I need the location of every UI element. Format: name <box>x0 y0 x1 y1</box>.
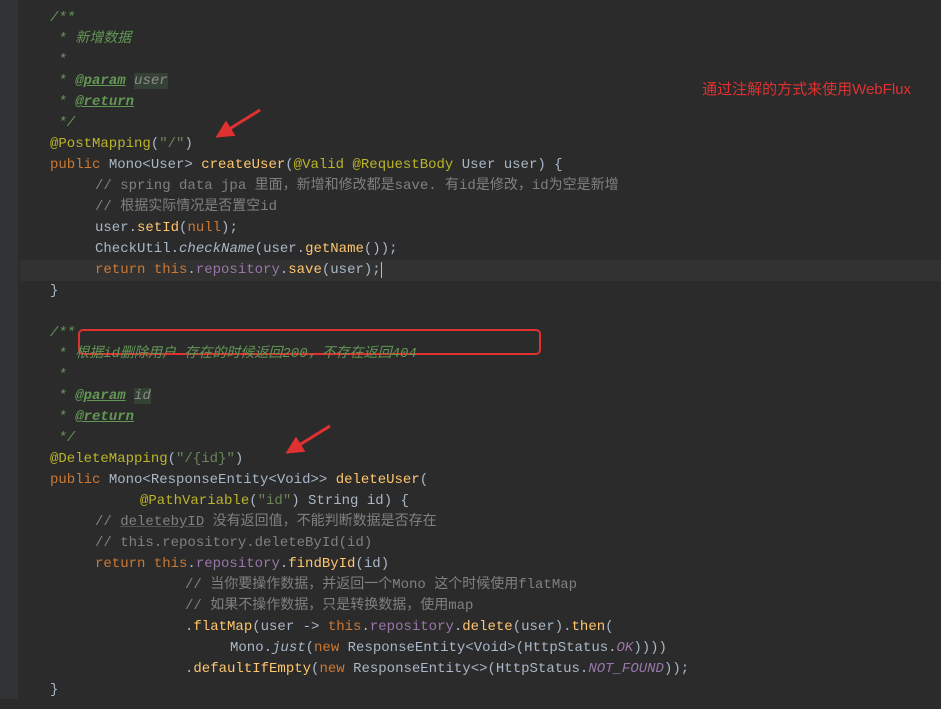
code-line-active[interactable]: return this.repository.save(user); <box>20 260 941 281</box>
text-cursor <box>381 262 390 278</box>
code-line[interactable]: * @return <box>20 407 941 428</box>
code-line[interactable]: * @param id <box>20 386 941 407</box>
code-line[interactable]: // 如果不操作数据，只是转换数据，使用map <box>20 596 941 617</box>
blank-line[interactable] <box>20 302 941 323</box>
code-line[interactable]: // spring data jpa 里面，新增和修改都是save. 有id是修… <box>20 176 941 197</box>
code-line[interactable]: .flatMap(user -> this.repository.delete(… <box>20 617 941 638</box>
code-line[interactable]: Mono.just(new ResponseEntity<Void>(HttpS… <box>20 638 941 659</box>
code-line[interactable]: } <box>20 680 941 701</box>
code-line[interactable]: * @return <box>20 92 941 113</box>
code-line[interactable]: // deletebyID 没有返回值，不能判断数据是否存在 <box>20 512 941 533</box>
code-line[interactable]: * 新增数据 <box>20 29 941 50</box>
code-line[interactable]: * <box>20 365 941 386</box>
code-line[interactable]: @PostMapping("/") <box>20 134 941 155</box>
code-line[interactable]: @DeleteMapping("/{id}") <box>20 449 941 470</box>
code-line[interactable]: /** <box>20 323 941 344</box>
code-line[interactable]: * @param user <box>20 71 941 92</box>
code-line[interactable]: * <box>20 50 941 71</box>
code-line[interactable]: */ <box>20 113 941 134</box>
code-line[interactable]: @PathVariable("id") String id) { <box>20 491 941 512</box>
code-line[interactable]: /** <box>20 8 941 29</box>
code-line[interactable]: public Mono<ResponseEntity<Void>> delete… <box>20 470 941 491</box>
code-line[interactable]: } <box>20 281 941 302</box>
code-line[interactable]: .defaultIfEmpty(new ResponseEntity<>(Htt… <box>20 659 941 680</box>
code-line[interactable]: */ <box>20 428 941 449</box>
code-line[interactable]: CheckUtil.checkName(user.getName()); <box>20 239 941 260</box>
code-line[interactable]: user.setId(null); <box>20 218 941 239</box>
code-editor[interactable]: 通过注解的方式来使用WebFlux /** * 新增数据 * * @param … <box>0 0 941 709</box>
code-line[interactable]: // 根据实际情况是否置空id <box>20 197 941 218</box>
code-line[interactable]: // 当你要操作数据，并返回一个Mono 这个时候使用flatMap <box>20 575 941 596</box>
code-line[interactable]: * 根据id删除用户 存在的时候返回200，不存在返回404 <box>20 344 941 365</box>
code-line[interactable]: // this.repository.deleteById(id) <box>20 533 941 554</box>
code-line[interactable]: return this.repository.findById(id) <box>20 554 941 575</box>
code-line[interactable]: public Mono<User> createUser(@Valid @Req… <box>20 155 941 176</box>
